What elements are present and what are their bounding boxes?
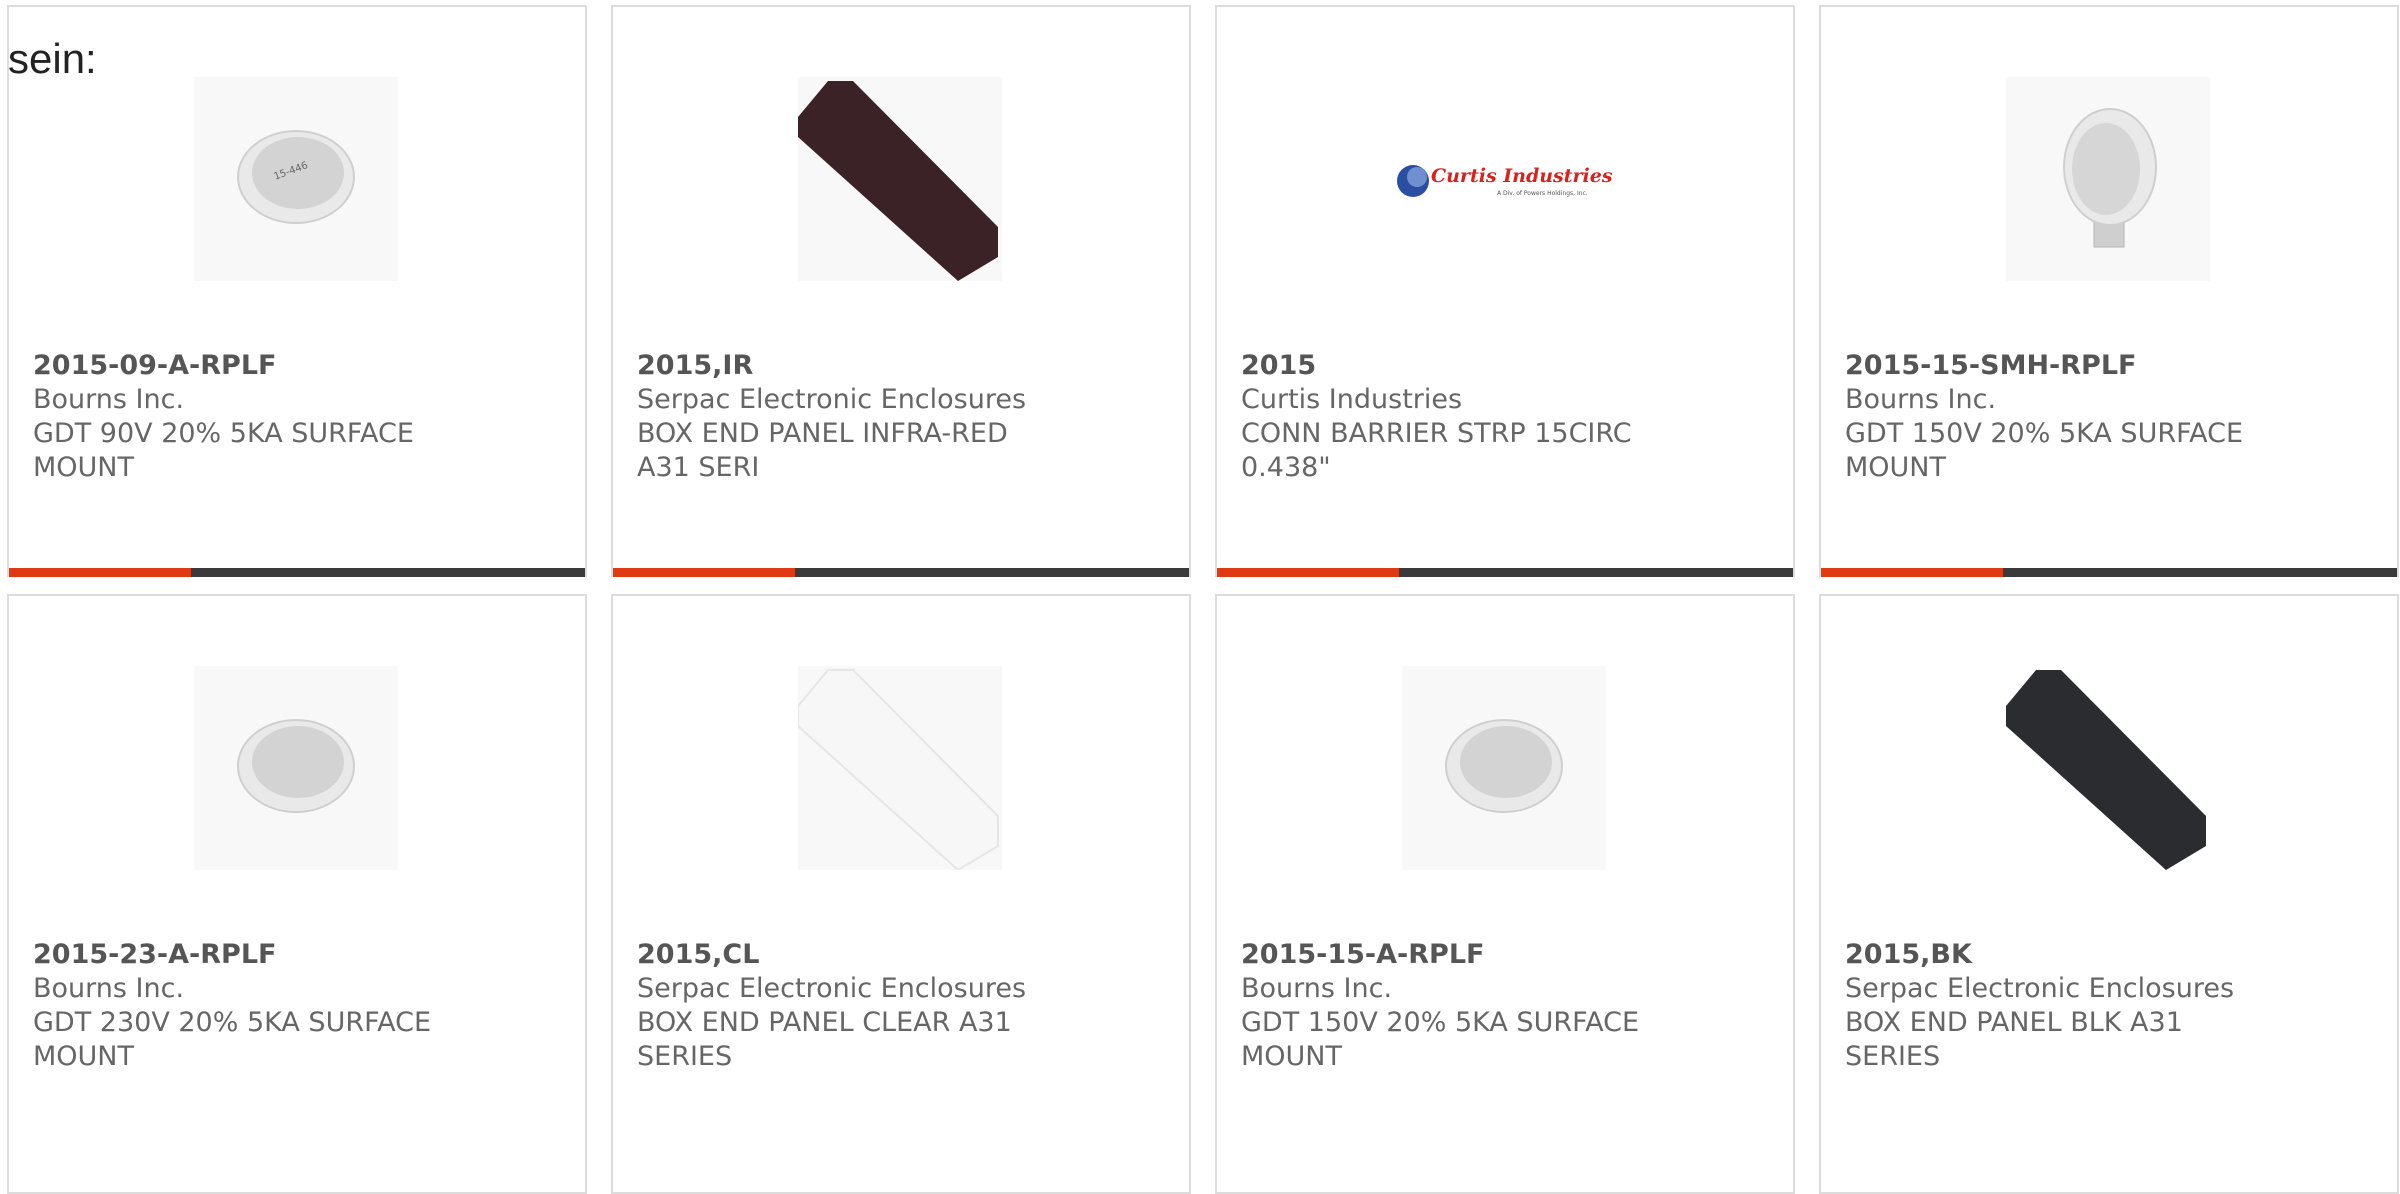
description: GDT 90V 20% 5KA SURFACE MOUNT: [33, 418, 414, 483]
part-number[interactable]: 2015,CL: [637, 938, 1165, 972]
part-number[interactable]: 2015,IR: [637, 349, 1165, 383]
manufacturer: Bourns Inc.: [33, 973, 185, 1004]
manufacturer: Serpac Electronic Enclosures: [1845, 973, 2235, 1004]
description: BOX END PANEL CLEAR A31 SERIES: [637, 1007, 1012, 1072]
description: GDT 150V 20% 5KA SURFACE MOUNT: [1241, 1007, 1640, 1072]
card-accent: [613, 568, 795, 577]
card-bottom-bar: [613, 568, 1189, 577]
manufacturer: Bourns Inc.: [1241, 973, 1393, 1004]
description: GDT 230V 20% 5KA SURFACE MOUNT: [33, 1007, 432, 1072]
card-accent: [9, 568, 191, 577]
product-image-gdt-disc[interactable]: [1402, 666, 1606, 870]
product-card[interactable]: 2015,CL Serpac Electronic Enclosures BOX…: [611, 594, 1191, 1194]
description: GDT 150V 20% 5KA SURFACE MOUNT: [1845, 418, 2244, 483]
part-number[interactable]: 2015-15-A-RPLF: [1241, 938, 1769, 972]
card-accent: [1821, 568, 2003, 577]
product-card[interactable]: 2015-15-SMH-RPLF Bourns Inc. GDT 150V 20…: [1819, 5, 2399, 577]
part-number[interactable]: 2015-23-A-RPLF: [33, 938, 561, 972]
description: BOX END PANEL BLK A31 SERIES: [1845, 1007, 2183, 1072]
product-image-panel-clear[interactable]: [798, 666, 1002, 870]
product-card[interactable]: 2015,IR Serpac Electronic Enclosures BOX…: [611, 5, 1191, 577]
product-card[interactable]: 15-446 2015-09-A-RPLF Bourns Inc. GDT 90…: [7, 5, 587, 577]
product-image-gdt-disc[interactable]: [194, 666, 398, 870]
product-card[interactable]: 2015,BK Serpac Electronic Enclosures BOX…: [1819, 594, 2399, 1194]
product-grid: 15-446 2015-09-A-RPLF Bourns Inc. GDT 90…: [0, 0, 2400, 1194]
product-card[interactable]: Curtis Industries A Div. of Powers Holdi…: [1215, 5, 1795, 577]
part-number[interactable]: 2015-09-A-RPLF: [33, 349, 561, 383]
product-image-curtis-logo[interactable]: Curtis Industries A Div. of Powers Holdi…: [1387, 77, 1627, 281]
product-image-panel-black[interactable]: [2006, 666, 2210, 870]
curtis-logo-subtext: A Div. of Powers Holdings, Inc.: [1497, 190, 1588, 197]
description: BOX END PANEL INFRA-RED A31 SERI: [637, 418, 1008, 483]
product-image-panel-dark-red[interactable]: [798, 77, 1002, 281]
intro-text: sein:: [8, 35, 97, 82]
card-bottom-bar: [9, 568, 585, 577]
manufacturer: Serpac Electronic Enclosures: [637, 973, 1027, 1004]
product-card[interactable]: 2015-15-A-RPLF Bourns Inc. GDT 150V 20% …: [1215, 594, 1795, 1194]
manufacturer: Serpac Electronic Enclosures: [637, 384, 1027, 415]
card-bottom-bar: [1821, 568, 2397, 577]
description: CONN BARRIER STRP 15CIRC 0.438": [1241, 418, 1632, 483]
product-card[interactable]: 2015-23-A-RPLF Bourns Inc. GDT 230V 20% …: [7, 594, 587, 1194]
product-image-gdt-smh[interactable]: [2006, 77, 2210, 281]
manufacturer: Curtis Industries: [1241, 384, 1463, 415]
product-image-gdt-disc[interactable]: 15-446: [194, 77, 398, 281]
curtis-logo-text: Curtis Industries: [1431, 165, 1613, 187]
part-number[interactable]: 2015: [1241, 349, 1769, 383]
part-number[interactable]: 2015-15-SMH-RPLF: [1845, 349, 2373, 383]
manufacturer: Bourns Inc.: [1845, 384, 1997, 415]
manufacturer: Bourns Inc.: [33, 384, 185, 415]
card-bottom-bar: [1217, 568, 1793, 577]
card-accent: [1217, 568, 1399, 577]
part-number[interactable]: 2015,BK: [1845, 938, 2373, 972]
